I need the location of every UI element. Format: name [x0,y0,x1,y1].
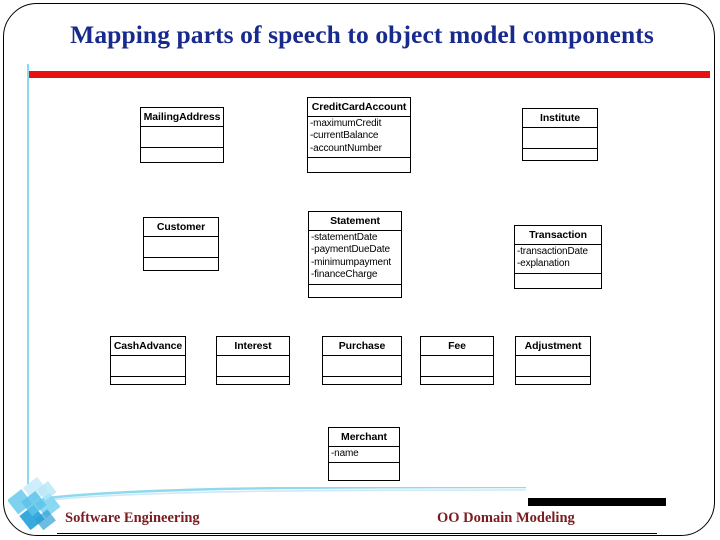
uml-attribute: -paymentDueDate [311,244,390,256]
uml-class-name: CreditCardAccount [308,98,410,117]
uml-class-statement: Statement -statementDate -paymentDueDate -m… [308,211,402,298]
uml-attribute: -minimumpayment [311,256,391,268]
company-logo [8,474,80,538]
uml-class-institute: Institute [522,108,598,161]
uml-operation-compartment [329,463,399,475]
uml-attribute-compartment [111,356,185,377]
uml-attribute-compartment: -name [329,447,399,464]
uml-class-creditcardaccount: CreditCardAccount -maximumCredit -currentB… [307,97,411,173]
uml-operation-compartment [309,285,401,297]
uml-class-name: Interest [217,337,289,356]
uml-attribute-compartment: -maximumCredit -currentBalance -accountNum… [308,117,410,159]
uml-attribute-compartment [421,356,493,377]
uml-class-name: Statement [309,212,401,231]
uml-attribute-compartment: -statementDate -paymentDueDate -minimumpay… [309,231,401,285]
uml-attribute-compartment [141,127,223,148]
uml-class-name: Institute [523,109,597,128]
uml-class-customer: Customer [143,217,219,271]
uml-class-name: MailingAddress [141,108,223,127]
uml-class-name: Customer [144,218,218,237]
uml-attribute: -currentBalance [310,130,379,142]
uml-class-name: Adjustment [516,337,590,356]
uml-class-name: Purchase [323,337,401,356]
uml-class-fee: Fee [420,336,494,385]
uml-class-adjustment: Adjustment [515,336,591,385]
uml-attribute: -maximumCredit [310,118,382,129]
uml-class-purchase: Purchase [322,336,402,385]
uml-operation-compartment [141,148,223,165]
uml-class-name: Merchant [329,428,399,447]
footer-swoosh [48,487,526,501]
uml-operation-compartment [516,377,590,394]
uml-operation-compartment [323,377,401,394]
uml-class-mailingaddress: MailingAddress [140,107,224,163]
uml-attribute: -name [331,448,359,459]
uml-operation-compartment [523,149,597,166]
title-accent-bar [29,71,710,78]
page-title: Mapping parts of speech to object model … [70,20,654,49]
left-accent-line [27,64,29,489]
uml-operation-compartment [217,377,289,394]
footer-left-label: Software Engineering [65,510,200,526]
uml-attribute: -statementDate [311,232,378,243]
uml-operation-compartment [144,258,218,275]
footer-black-bar [528,498,666,506]
footer-right-label: OO Domain Modeling [437,510,575,526]
uml-attribute: -financeCharge [311,269,378,281]
uml-operation-compartment [111,377,185,394]
uml-attribute-compartment: -transactionDate -explanation [515,245,601,274]
uml-attribute-compartment [144,237,218,258]
uml-attribute: -explanation [517,258,570,270]
uml-operation-compartment [421,377,493,394]
uml-attribute-compartment [516,356,590,377]
uml-class-merchant: Merchant -name [328,427,400,481]
uml-class-name: CashAdvance [111,337,185,356]
uml-attribute: -accountNumber [310,142,382,154]
uml-attribute: -transactionDate [517,246,588,257]
uml-class-transaction: Transaction -transactionDate -explanation [514,225,602,289]
uml-attribute-compartment [523,128,597,149]
footer-divider [57,533,657,534]
uml-attribute-compartment [323,356,401,377]
uml-operation-compartment [308,158,410,170]
uml-class-cashadvance: CashAdvance [110,336,186,385]
uml-class-interest: Interest [216,336,290,385]
uml-class-name: Transaction [515,226,601,245]
uml-class-name: Fee [421,337,493,356]
uml-operation-compartment [515,274,601,286]
slide: Mapping parts of speech to object model … [0,0,720,540]
uml-attribute-compartment [217,356,289,377]
